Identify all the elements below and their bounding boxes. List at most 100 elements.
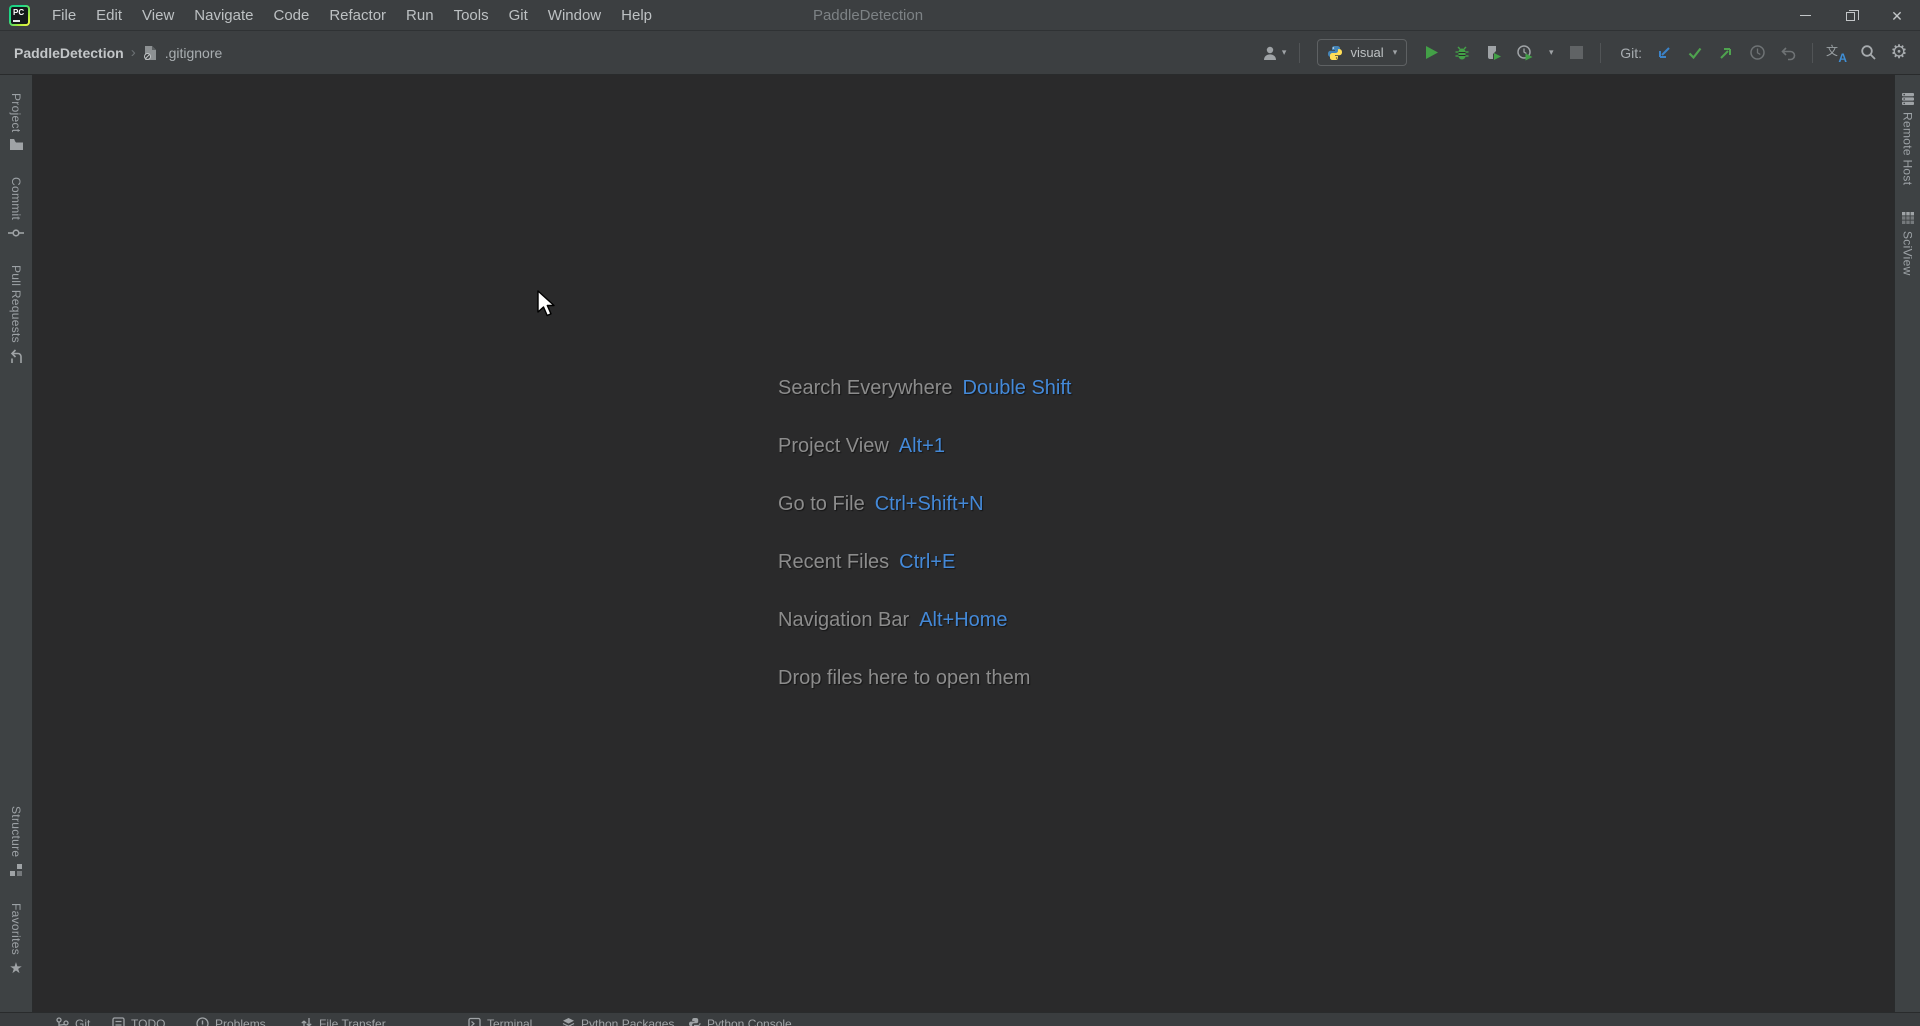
toolbar-divider — [1299, 43, 1300, 63]
run-with-coverage-button[interactable] — [1482, 40, 1504, 66]
debug-button[interactable] — [1451, 40, 1473, 66]
problems-icon — [196, 1017, 209, 1026]
hint-drop-files: Drop files here to open them — [778, 667, 1072, 725]
right-tool-stripe: Remote Host SciView — [1894, 75, 1920, 1012]
chevron-down-icon: ▾ — [1549, 47, 1554, 58]
grid-icon — [1901, 211, 1915, 225]
restore-button[interactable] — [1828, 0, 1874, 31]
tool-button-commit[interactable]: Commit — [8, 177, 24, 238]
menu-run[interactable]: Run — [396, 0, 444, 30]
search-icon — [1860, 44, 1877, 61]
stop-button[interactable] — [1565, 40, 1587, 66]
structure-icon — [9, 863, 23, 877]
tool-button-remote-host[interactable]: Remote Host — [1901, 92, 1915, 185]
undo-arrow-icon — [1780, 45, 1797, 61]
breadcrumb-file[interactable]: .gitignore — [165, 45, 223, 61]
profiler-clock-icon — [1516, 44, 1533, 61]
toolbar-actions: ▾ visual ▾ — [1262, 39, 1910, 66]
menu-code[interactable]: Code — [263, 0, 319, 30]
menu-bar: File Edit View Navigate Code Refactor Ru… — [42, 0, 662, 30]
tool-button-python-packages[interactable]: Python Packages — [562, 1017, 674, 1026]
server-icon — [1901, 92, 1915, 106]
tool-button-label: Structure — [9, 806, 23, 857]
arrow-down-left-icon — [1656, 45, 1672, 61]
debug-bug-icon — [1454, 45, 1470, 61]
menu-help[interactable]: Help — [611, 0, 662, 30]
menu-edit[interactable]: Edit — [86, 0, 132, 30]
tool-button-label: Project — [9, 93, 23, 132]
menu-refactor[interactable]: Refactor — [319, 0, 396, 30]
tool-button-todo[interactable]: TODO — [112, 1017, 165, 1026]
clock-icon — [1749, 44, 1766, 61]
file-transfer-icon — [300, 1017, 313, 1026]
tool-button-pull-requests[interactable]: Pull Requests — [9, 265, 24, 364]
pycharm-logo-icon: PC — [9, 5, 30, 26]
terminal-icon — [468, 1017, 481, 1026]
tool-button-label: Commit — [9, 177, 23, 220]
menu-git[interactable]: Git — [499, 0, 538, 30]
run-configuration-select[interactable]: visual ▾ — [1317, 39, 1407, 66]
pycharm-window: PC File Edit View Navigate Code Refactor… — [0, 0, 1920, 1026]
profiler-options-button[interactable]: ▾ — [1544, 40, 1556, 66]
menu-tools[interactable]: Tools — [444, 0, 499, 30]
star-icon: ★ — [9, 961, 22, 976]
commit-icon — [8, 227, 24, 239]
todo-list-icon — [112, 1017, 125, 1026]
tool-button-python-console[interactable]: Python Console — [688, 1017, 792, 1026]
menu-view[interactable]: View — [132, 0, 184, 30]
chevron-down-icon: ▾ — [1393, 47, 1398, 58]
run-button[interactable] — [1420, 40, 1442, 66]
tool-button-label: SciView — [1901, 231, 1915, 276]
user-account-button[interactable]: ▾ — [1262, 40, 1287, 66]
menu-file[interactable]: File — [42, 0, 86, 30]
tool-button-structure[interactable]: Structure — [9, 806, 23, 877]
pull-requests-icon — [9, 349, 24, 364]
git-history-button[interactable] — [1746, 40, 1768, 66]
settings-button[interactable]: ⚙ — [1888, 40, 1910, 66]
checkmark-icon — [1687, 45, 1703, 61]
left-tool-stripe: Project Commit Pull Requests — [0, 75, 33, 1012]
breadcrumb: PaddleDetection › .gitignore — [14, 44, 222, 61]
menu-navigate[interactable]: Navigate — [184, 0, 263, 30]
run-icon — [1424, 45, 1439, 60]
user-icon — [1262, 45, 1280, 61]
translate-button[interactable]: 文 A — [1826, 40, 1848, 66]
editor-empty-area[interactable]: Search EverywhereDouble Shift Project Vi… — [33, 75, 1894, 1012]
gear-icon: ⚙ — [1890, 43, 1907, 62]
packages-icon — [562, 1017, 575, 1026]
minimize-icon — [1800, 15, 1811, 16]
tool-button-label: Favorites — [9, 903, 23, 955]
breadcrumb-separator: › — [131, 44, 136, 61]
git-rollback-button[interactable] — [1777, 40, 1799, 66]
arrow-up-right-icon — [1718, 45, 1734, 61]
navigation-bar: PaddleDetection › .gitignore ▾ — [0, 31, 1920, 75]
profiler-button[interactable] — [1513, 40, 1535, 66]
python-console-icon — [688, 1017, 701, 1026]
tool-button-terminal[interactable]: Terminal — [468, 1017, 532, 1026]
toolbar-divider — [1812, 43, 1813, 63]
tool-button-project[interactable]: Project — [9, 93, 24, 151]
tool-button-label: Pull Requests — [9, 265, 23, 343]
tool-button-sciview[interactable]: SciView — [1901, 211, 1915, 276]
hint-search-everywhere: Search EverywhereDouble Shift — [778, 377, 1072, 435]
menu-window[interactable]: Window — [538, 0, 611, 30]
translate-icon: 文 A — [1826, 42, 1848, 64]
git-commit-button[interactable] — [1684, 40, 1706, 66]
tool-button-problems[interactable]: Problems — [196, 1017, 266, 1026]
workspace: Project Commit Pull Requests — [0, 75, 1920, 1012]
title-bar: PC File Edit View Navigate Code Refactor… — [0, 0, 1920, 31]
search-everywhere-button[interactable] — [1857, 40, 1879, 66]
git-push-button[interactable] — [1715, 40, 1737, 66]
tool-button-file-transfer[interactable]: File Transfer — [300, 1017, 386, 1026]
hint-go-to-file: Go to FileCtrl+Shift+N — [778, 493, 1072, 551]
chevron-down-icon: ▾ — [1282, 47, 1287, 58]
run-configuration-name: visual — [1350, 45, 1383, 60]
breadcrumb-project[interactable]: PaddleDetection — [14, 45, 124, 61]
minimize-button[interactable] — [1782, 0, 1828, 31]
tool-button-favorites[interactable]: Favorites ★ — [9, 903, 23, 976]
close-button[interactable]: ✕ — [1874, 0, 1920, 31]
git-update-button[interactable] — [1653, 40, 1675, 66]
keyboard-shortcut-hints: Search EverywhereDouble Shift Project Vi… — [778, 377, 1072, 725]
tool-button-git[interactable]: Git — [56, 1017, 90, 1026]
gitignore-file-icon — [143, 45, 158, 61]
